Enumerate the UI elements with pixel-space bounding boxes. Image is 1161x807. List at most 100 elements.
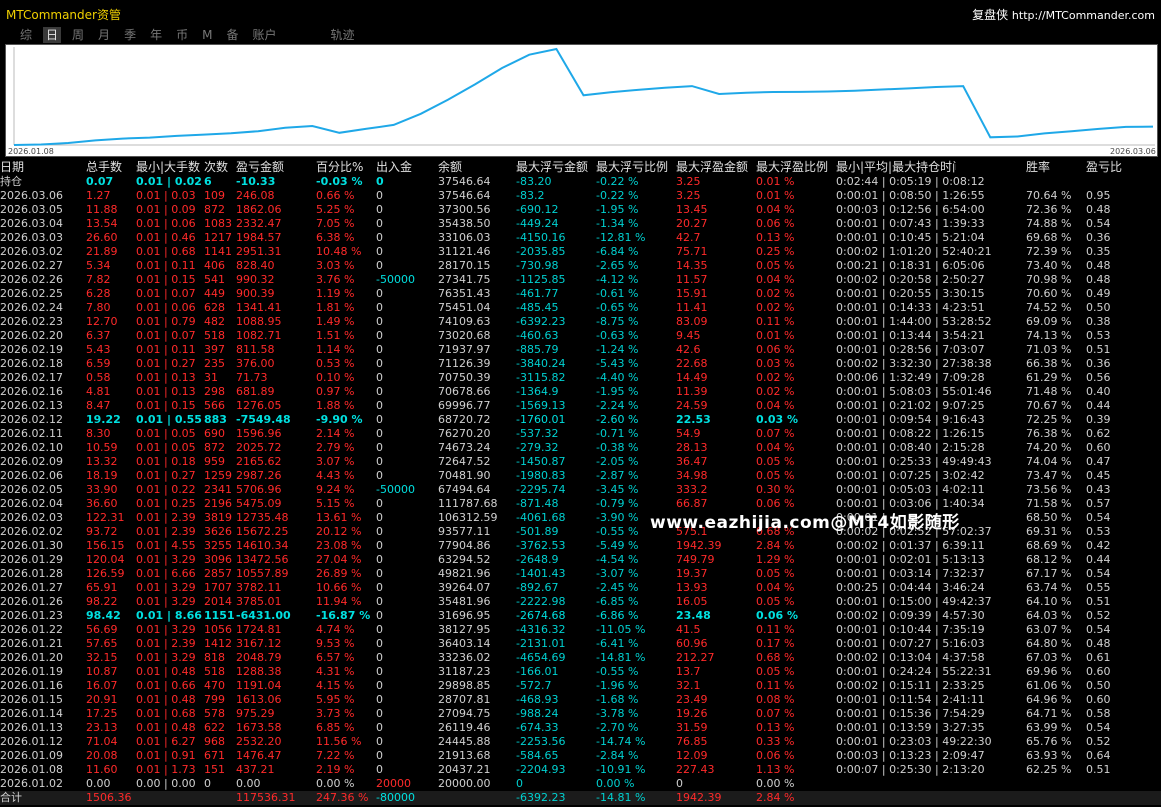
table-cell: 1083 bbox=[204, 217, 232, 230]
tab-8[interactable]: 备 bbox=[223, 27, 241, 43]
table-row[interactable]: 2026.02.24 7.80 0.01 | 0.06 628 1341.41 1.81 … bbox=[0, 301, 1161, 315]
column-header[interactable]: 日期 bbox=[0, 160, 86, 175]
table-row[interactable]: 2026.02.04 36.60 0.01 | 0.25 2196 5475.09 5.1… bbox=[0, 497, 1161, 511]
table-row[interactable]: 2026.02.16 4.81 0.01 | 0.13 298 681.89 0.97 %… bbox=[0, 385, 1161, 399]
column-header[interactable]: 最大浮盈比例 bbox=[756, 160, 836, 175]
table-cell: 70.64 % bbox=[1026, 189, 1072, 202]
column-header[interactable]: 最大浮亏比例 bbox=[596, 160, 676, 175]
tab-7[interactable]: M bbox=[199, 27, 215, 43]
table-cell: -0.38 % bbox=[596, 441, 639, 454]
table-row[interactable]: 2026.01.22 56.69 0.01 | 3.29 1056 1724.81 4.7… bbox=[0, 623, 1161, 637]
table-cell: 0.01 | 1.73 bbox=[136, 763, 196, 776]
table-row[interactable]: 2026.03.04 13.54 0.01 | 0.06 1083 2332.47 7.0… bbox=[0, 217, 1161, 231]
table-row[interactable]: 2026.01.29 120.04 0.01 | 3.29 3096 13472.56 2… bbox=[0, 553, 1161, 567]
table-row[interactable]: 2026.02.26 7.82 0.01 | 0.15 541 990.32 3.76 %… bbox=[0, 273, 1161, 287]
brand-url[interactable]: http://MTCommander.com bbox=[1012, 9, 1155, 22]
table-row[interactable]: 2026.02.11 8.30 0.01 | 0.05 690 1596.96 2.14 … bbox=[0, 427, 1161, 441]
table-row[interactable]: 2026.01.09 20.08 0.01 | 0.91 671 1476.47 7.22… bbox=[0, 749, 1161, 763]
column-header[interactable]: 最大浮盈金额 bbox=[676, 160, 756, 175]
table-row[interactable]: 2026.02.10 10.59 0.01 | 0.05 872 2025.72 2.79… bbox=[0, 441, 1161, 455]
table-cell: 3.25 bbox=[676, 189, 701, 202]
table-row[interactable]: 2026.01.20 32.15 0.01 | 3.29 818 2048.79 6.57… bbox=[0, 651, 1161, 665]
table-cell: 19.22 bbox=[86, 413, 121, 426]
tab-3[interactable]: 月 bbox=[95, 27, 113, 43]
table-row[interactable]: 2026.01.13 23.13 0.01 | 0.48 622 1673.58 6.85… bbox=[0, 721, 1161, 735]
column-header[interactable]: 胜率 bbox=[1026, 160, 1086, 175]
table-row[interactable]: 2026.01.16 16.07 0.01 | 0.66 470 1191.04 4.15… bbox=[0, 679, 1161, 693]
tab-10[interactable]: 轨迹 bbox=[328, 27, 358, 43]
column-header[interactable] bbox=[956, 160, 1026, 175]
table-cell: 10.87 bbox=[86, 665, 118, 678]
column-header[interactable]: 最小|大手数 bbox=[136, 160, 204, 175]
table-row[interactable]: 2026.02.19 5.43 0.01 | 0.11 397 811.58 1.14 %… bbox=[0, 343, 1161, 357]
table-cell: 36.47 bbox=[676, 455, 708, 468]
table-cell: -1760.01 bbox=[516, 413, 566, 426]
table-cell: 117536.31 bbox=[236, 791, 316, 805]
table-row[interactable]: 2026.02.20 6.37 0.01 | 0.07 518 1082.71 1.51 … bbox=[0, 329, 1161, 343]
table-row[interactable]: 2026.01.14 17.25 0.01 | 0.68 578 975.29 3.73 … bbox=[0, 707, 1161, 721]
table-cell: 3.73 % bbox=[316, 707, 355, 720]
column-header[interactable]: 盈亏金额 bbox=[236, 160, 316, 175]
column-header[interactable]: 次数 bbox=[204, 160, 236, 175]
table-cell: 2014 bbox=[204, 595, 232, 608]
table-row[interactable]: 2026.02.27 5.34 0.01 | 0.11 406 828.40 3.03 %… bbox=[0, 259, 1161, 273]
table-row[interactable]: 2026.01.23 98.42 0.01 | 8.66 1151 -6431.00 -1… bbox=[0, 609, 1161, 623]
equity-line bbox=[13, 47, 1154, 146]
table-row[interactable]: 2026.02.13 8.47 0.01 | 0.15 566 1276.05 1.88 … bbox=[0, 399, 1161, 413]
tab-6[interactable]: 币 bbox=[173, 27, 191, 43]
table-cell: 0.06 % bbox=[756, 343, 795, 356]
column-header[interactable]: 最大浮亏金额 bbox=[516, 160, 596, 175]
table-row[interactable]: 2026.02.06 18.19 0.01 | 0.27 1259 2987.26 4.4… bbox=[0, 469, 1161, 483]
column-header[interactable]: 盈亏比 bbox=[1086, 160, 1161, 175]
table-cell: -0.63 % bbox=[596, 329, 639, 342]
table-row[interactable]: 2026.03.05 11.88 0.01 | 0.09 872 1862.06 5.25… bbox=[0, 203, 1161, 217]
table-cell: 13.54 bbox=[86, 217, 118, 230]
table-row[interactable]: 2026.02.23 12.70 0.01 | 0.79 482 1088.95 1.49… bbox=[0, 315, 1161, 329]
table-row[interactable]: 2026.01.30 156.15 0.01 | 4.55 3255 14610.34 2… bbox=[0, 539, 1161, 553]
column-header[interactable]: 最小|平均|最大持仓时间 bbox=[836, 160, 956, 175]
table-row[interactable]: 2026.02.09 13.32 0.01 | 0.18 959 2165.62 3.07… bbox=[0, 455, 1161, 469]
column-header[interactable]: 百分比% bbox=[316, 160, 376, 175]
table-row[interactable]: 2026.01.21 57.65 0.01 | 2.39 1412 3167.12 9.5… bbox=[0, 637, 1161, 651]
table-row[interactable]: 2026.01.27 65.91 0.01 | 3.29 1707 3782.11 10.… bbox=[0, 581, 1161, 595]
table-row[interactable]: 2026.02.12 19.22 0.01 | 0.55 883 -7549.48 -9.… bbox=[0, 413, 1161, 427]
table-cell: 0.39 bbox=[1086, 413, 1111, 426]
table-row-position[interactable]: 持仓 0.07 0.01 | 0.02 6 -10.33 -0.03 % 0 37546.64… bbox=[0, 175, 1161, 189]
tab-5[interactable]: 年 bbox=[147, 27, 165, 43]
tab-2[interactable]: 周 bbox=[69, 27, 87, 43]
table-cell: 0.30 % bbox=[756, 483, 795, 496]
table-cell: 0.01 | 0.22 bbox=[136, 483, 196, 496]
table-cell: 2196 bbox=[204, 497, 232, 510]
column-header[interactable]: 总手数 bbox=[86, 160, 136, 175]
tab-1[interactable]: 日 bbox=[43, 27, 62, 43]
table-cell: 76.38 % bbox=[1026, 427, 1072, 440]
table-row[interactable]: 2026.02.05 33.90 0.01 | 0.22 2341 5706.96 9.2… bbox=[0, 483, 1161, 497]
table-row[interactable]: 2026.03.03 26.60 0.01 | 0.46 1217 1984.57 6.3… bbox=[0, 231, 1161, 245]
column-header[interactable]: 出入金 bbox=[376, 160, 438, 175]
table-row[interactable]: 2026.03.02 21.89 0.01 | 0.68 1141 2951.31 10.… bbox=[0, 245, 1161, 259]
table-row[interactable]: 2026.02.02 93.72 0.01 | 2.39 3626 15672.25 20… bbox=[0, 525, 1161, 539]
table-row[interactable]: 2026.01.26 98.22 0.01 | 3.29 2014 3785.01 11.… bbox=[0, 595, 1161, 609]
table-row[interactable]: 2026.01.02 0.00 0.00 | 0.00 0 0.00 0.00 % 2000… bbox=[0, 777, 1161, 791]
tab-9[interactable]: 账户 bbox=[249, 27, 279, 43]
table-row[interactable]: 2026.01.12 71.04 0.01 | 6.27 968 2532.20 11.5… bbox=[0, 735, 1161, 749]
table-cell: 0:00:01 | 0:07:25 | 3:02:42 bbox=[836, 469, 985, 482]
table-cell: 541 bbox=[204, 273, 225, 286]
tab-0[interactable]: 综 bbox=[17, 27, 35, 43]
table-cell: 74.52 % bbox=[1026, 301, 1072, 314]
table-cell: 0.00 | 0.00 bbox=[136, 777, 196, 790]
table-cell: 29898.85 bbox=[438, 679, 491, 692]
table-row[interactable]: 2026.02.18 6.59 0.01 | 0.27 235 376.00 0.53 %… bbox=[0, 357, 1161, 371]
brand[interactable]: 复盘侠 http://MTCommander.com bbox=[972, 6, 1155, 23]
column-header[interactable]: 余额 bbox=[438, 160, 516, 175]
table-row[interactable]: 2026.03.06 1.27 0.01 | 0.03 109 246.08 0.66 %… bbox=[0, 189, 1161, 203]
table-row[interactable]: 2026.01.19 10.87 0.01 | 0.48 518 1288.38 4.31… bbox=[0, 665, 1161, 679]
table-row[interactable]: 2026.01.08 11.60 0.01 | 1.73 151 437.21 2.19 … bbox=[0, 763, 1161, 777]
table-row[interactable]: 2026.02.17 0.58 0.01 | 0.13 31 71.73 0.10 % 0 7… bbox=[0, 371, 1161, 385]
table-row[interactable]: 2026.02.25 6.28 0.01 | 0.07 449 900.39 1.19 %… bbox=[0, 287, 1161, 301]
table-cell: 20.08 bbox=[86, 749, 118, 762]
table-row[interactable]: 2026.01.15 20.91 0.01 | 0.48 799 1613.06 5.95… bbox=[0, 693, 1161, 707]
table-row[interactable]: 2026.01.28 126.59 0.01 | 6.66 2857 10557.89 2… bbox=[0, 567, 1161, 581]
tab-4[interactable]: 季 bbox=[121, 27, 139, 43]
table-row[interactable]: 2026.02.03 122.31 0.01 | 2.39 3819 12735.48 1… bbox=[0, 511, 1161, 525]
